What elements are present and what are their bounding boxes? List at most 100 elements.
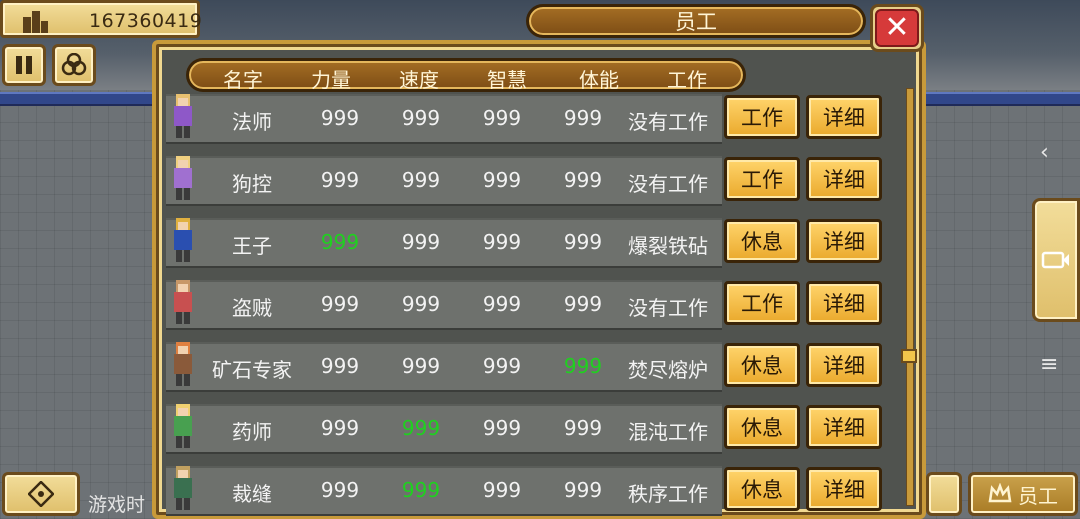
resources-button[interactable] [52,44,96,86]
staff-row: 裁缝 999 999 999 999 秩序工作 [166,466,722,516]
staff-name: 狗控 [232,172,272,196]
staff-row: 矿石专家 999 999 999 999 焚尽熔炉 [166,342,722,392]
staff-speed: 999 [401,106,441,130]
staff-wisdom: 999 [482,292,522,316]
staff-job: 混沌工作 [628,420,708,444]
detail-button[interactable]: 详细 [806,157,882,201]
staff-name: 矿石专家 [212,358,292,382]
scrollbar-thumb[interactable] [901,349,917,364]
staff-speed: 999 [401,354,441,378]
camera-icon [1041,251,1069,269]
pause-button[interactable] [2,44,46,86]
money-amount: 167360419 [89,10,203,32]
staff-stamina: 999 [563,230,603,254]
staff-power: 999 [320,354,360,378]
close-button[interactable]: ✕ [870,4,924,52]
staff-speed: 999 [401,168,441,192]
menu-icon[interactable]: ≡ [1040,352,1058,377]
assign-action-button[interactable]: 休息 [724,467,800,511]
staff-power: 999 [320,230,360,254]
staff-name: 裁缝 [232,482,272,506]
close-icon: ✕ [875,9,919,47]
staff-avatar-icon [174,94,192,138]
staff-power: 999 [320,168,360,192]
staff-row: 盗贼 999 999 999 999 没有工作 [166,280,722,330]
staff-row: 王子 999 999 999 999 爆裂铁砧 [166,218,722,268]
game-time-label: 游戏时 [88,494,146,516]
staff-power: 999 [320,478,360,502]
table-header: 名字 力量 速度 智慧 体能 工作 [186,58,746,92]
staff-name: 盗贼 [232,296,272,320]
staff-name: 法师 [232,110,272,134]
staff-wisdom: 999 [482,106,522,130]
staff-wisdom: 999 [482,230,522,254]
staff-nav-button[interactable]: 员工 [968,472,1078,516]
staff-avatar-icon [174,156,192,200]
detail-button[interactable]: 详细 [806,343,882,387]
assign-action-button[interactable]: 工作 [724,157,800,201]
coins-icon [61,53,87,76]
bottom-nav-button[interactable] [926,472,962,516]
staff-avatar-icon [174,466,192,510]
staff-wisdom: 999 [482,168,522,192]
staff-speed: 999 [401,292,441,316]
assign-action-button[interactable]: 工作 [724,95,800,139]
pause-icon [16,56,32,74]
staff-stamina: 999 [563,168,603,192]
staff-stamina: 999 [563,416,603,440]
staff-stamina: 999 [563,106,603,130]
detail-button[interactable]: 详细 [806,281,882,325]
staff-stamina: 999 [563,354,603,378]
staff-avatar-icon [174,218,192,262]
staff-speed: 999 [401,478,441,502]
staff-wisdom: 999 [482,478,522,502]
assign-action-button[interactable]: 休息 [724,219,800,263]
header-name: 名字 [223,68,263,92]
assign-action-button[interactable]: 休息 [724,405,800,449]
header-stamina: 体能 [579,68,619,92]
header-job: 工作 [667,68,707,92]
staff-job: 爆裂铁砧 [628,234,708,258]
staff-power: 999 [320,292,360,316]
staff-power: 999 [320,106,360,130]
detail-button[interactable]: 详细 [806,405,882,449]
building-icon [23,11,48,33]
staff-speed: 999 [401,230,441,254]
back-arrow-icon[interactable]: ‹ [1040,140,1049,165]
staff-row: 药师 999 999 999 999 混沌工作 [166,404,722,454]
move-button[interactable] [2,472,80,516]
dialog-title: 员工 [526,4,866,38]
staff-job: 秩序工作 [628,482,708,506]
staff-job: 没有工作 [628,110,708,134]
header-speed: 速度 [399,68,439,92]
header-wisdom: 智慧 [487,68,527,92]
detail-button[interactable]: 详细 [806,219,882,263]
header-power: 力量 [311,68,351,92]
staff-job: 焚尽熔炉 [628,358,708,382]
staff-nav-label: 员工 [1018,483,1058,508]
assign-action-button[interactable]: 休息 [724,343,800,387]
staff-wisdom: 999 [482,354,522,378]
dpad-icon [28,481,54,507]
staff-wisdom: 999 [482,416,522,440]
staff-name: 王子 [232,234,272,258]
scrollbar-track[interactable] [906,88,914,506]
detail-button[interactable]: 详细 [806,467,882,511]
staff-power: 999 [320,416,360,440]
money-display: 167360419 [0,0,203,38]
side-panel-tab[interactable] [1032,198,1080,322]
crown-icon [988,483,1012,503]
staff-avatar-icon [174,280,192,324]
staff-job: 没有工作 [628,172,708,196]
assign-action-button[interactable]: 工作 [724,281,800,325]
staff-speed: 999 [401,416,441,440]
staff-row: 狗控 999 999 999 999 没有工作 [166,156,722,206]
staff-avatar-icon [174,342,192,386]
staff-name: 药师 [232,420,272,444]
staff-stamina: 999 [563,292,603,316]
staff-avatar-icon [174,404,192,448]
staff-stamina: 999 [563,478,603,502]
staff-row: 法师 999 999 999 999 没有工作 [166,94,722,144]
detail-button[interactable]: 详细 [806,95,882,139]
staff-job: 没有工作 [628,296,708,320]
